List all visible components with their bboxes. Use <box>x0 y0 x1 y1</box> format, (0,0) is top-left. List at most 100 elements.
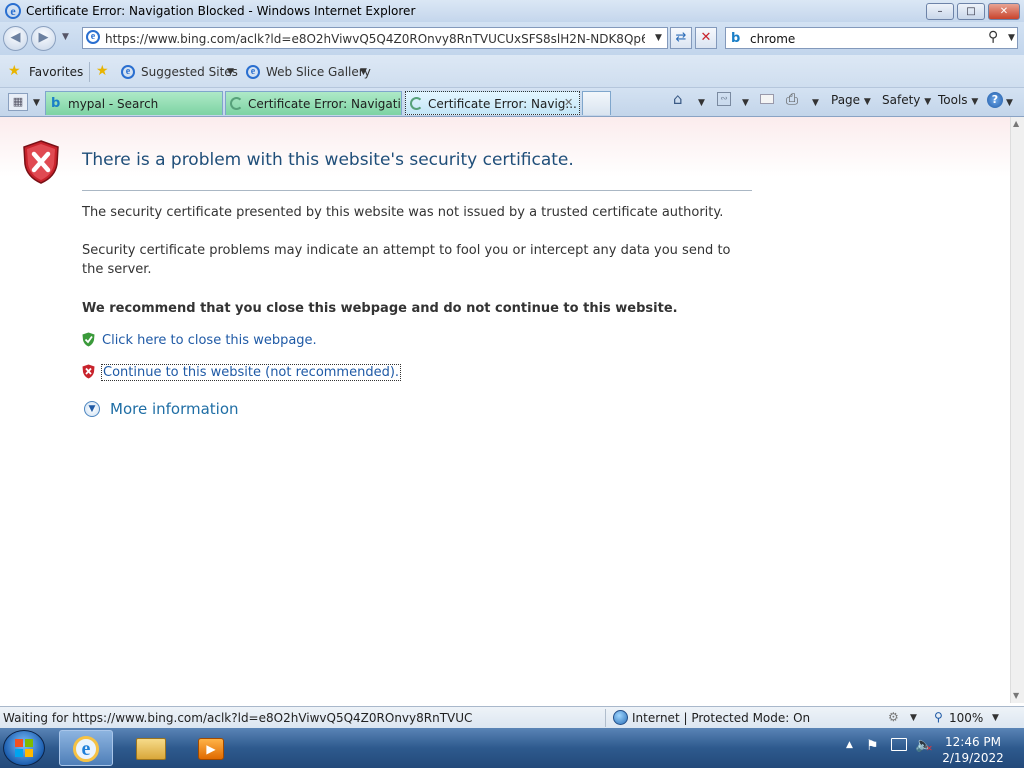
tools-menu-label: Tools <box>938 93 968 107</box>
recommendation-text: We recommend that you close this webpage… <box>82 301 678 316</box>
feeds-icon[interactable]: ∾ <box>717 92 731 106</box>
recent-pages-chevron-icon[interactable]: ▼ <box>62 32 69 42</box>
web-slice-gallery-link[interactable]: Web Slice Gallery <box>266 65 371 79</box>
back-button[interactable]: ◀ <box>3 26 28 51</box>
safety-menu-label: Safety <box>882 93 921 107</box>
print-dropdown-icon[interactable]: ▼ <box>812 98 819 108</box>
search-options-icon[interactable]: ▼ <box>1008 33 1015 43</box>
tools-menu[interactable]: Tools ▼ <box>938 93 978 107</box>
tools-menu-chevron-icon: ▼ <box>971 97 979 107</box>
new-tab-button[interactable] <box>582 91 611 115</box>
page-menu[interactable]: Page ▼ <box>831 93 871 107</box>
loading-icon <box>410 97 423 110</box>
zoom-icon: ⚲ <box>934 710 943 724</box>
search-box[interactable]: b chrome ⚲ ▼ <box>725 27 1018 49</box>
zoom-dropdown-icon[interactable]: ▼ <box>992 713 999 723</box>
clock-date: 2/19/2022 <box>942 751 1004 765</box>
forward-button[interactable]: ▶ <box>31 26 56 51</box>
ie-icon: e <box>5 3 21 19</box>
close-tab-icon[interactable]: ✕ <box>564 96 573 109</box>
error-shield-icon <box>23 140 59 184</box>
title-bar: e Certificate Error: Navigation Blocked … <box>0 0 1024 22</box>
suggested-sites-link[interactable]: Suggested Sites <box>141 65 238 79</box>
security-zone-text[interactable]: Internet | Protected Mode: On <box>632 711 810 725</box>
tab-certificate-error-2[interactable]: Certificate Error: Navig... ✕ <box>405 91 580 115</box>
window-title: Certificate Error: Navigation Blocked - … <box>26 4 416 18</box>
popup-dropdown-icon[interactable]: ▼ <box>910 713 917 723</box>
tab-list-chevron-icon[interactable]: ▼ <box>33 98 40 108</box>
taskbar: e ▶ ▲ ⚑ 🔈 ✕ <box>0 728 1024 768</box>
search-input[interactable]: chrome <box>750 32 795 46</box>
print-icon[interactable]: ⎙ <box>786 90 798 108</box>
scroll-down-icon[interactable]: ▼ <box>1013 691 1019 700</box>
stop-button[interactable]: ✕ <box>695 27 717 49</box>
page-icon: e <box>86 30 100 44</box>
internet-explorer-icon: e <box>73 736 99 762</box>
suggested-sites-dropdown-icon[interactable]: ▼ <box>227 67 234 77</box>
expand-chevron-icon[interactable]: ▼ <box>84 401 100 417</box>
suggested-sites-icon: e <box>121 65 135 79</box>
zoom-level[interactable]: 100% <box>949 711 983 725</box>
minimize-button[interactable]: – <box>926 3 954 20</box>
taskbar-ie-button[interactable]: e <box>59 730 113 766</box>
media-player-icon: ▶ <box>198 738 224 760</box>
more-information-link[interactable]: More information <box>110 400 239 418</box>
tab-row: ▦ ▼ b mypal - Search Certificate Error: … <box>0 88 1024 117</box>
page-title: There is a problem with this website's s… <box>82 150 574 170</box>
show-hidden-icons-icon[interactable]: ▲ <box>846 740 853 750</box>
page-menu-chevron-icon: ▼ <box>863 97 871 107</box>
vertical-scrollbar[interactable]: ▲ ▼ <box>1010 117 1024 703</box>
home-icon[interactable]: ⌂ <box>673 90 683 108</box>
taskbar-explorer-button[interactable] <box>124 730 178 766</box>
action-center-flag-icon[interactable]: ⚑ <box>866 738 879 754</box>
safe-shield-icon <box>82 332 95 347</box>
url-input[interactable]: https://www.bing.com/aclk?ld=e8O2hViwvQ5… <box>105 32 645 46</box>
address-row: ◀ ▶ ▼ e https://www.bing.com/aclk?ld=e8O… <box>0 22 1024 55</box>
bing-icon: b <box>731 31 741 46</box>
help-icon[interactable]: ? <box>987 92 1003 108</box>
web-slice-dropdown-icon[interactable]: ▼ <box>360 67 367 77</box>
add-to-favorites-icon[interactable]: ★ <box>96 63 109 79</box>
taskbar-media-player-button[interactable]: ▶ <box>184 730 238 766</box>
read-mail-icon[interactable] <box>760 94 774 104</box>
system-clock[interactable]: 12:46 PM 2/19/2022 <box>934 734 1012 766</box>
start-button[interactable] <box>3 730 45 766</box>
continue-website-link[interactable]: Continue to this website (not recommende… <box>101 364 402 381</box>
address-dropdown-icon[interactable]: ▼ <box>655 33 662 43</box>
status-bar: Waiting for https://www.bing.com/aclk?ld… <box>0 706 1024 728</box>
quick-tabs-icon[interactable]: ▦ <box>8 93 28 111</box>
mute-x-icon: ✕ <box>926 744 933 753</box>
search-icon[interactable]: ⚲ <box>988 29 998 45</box>
close-webpage-link[interactable]: Click here to close this webpage. <box>102 333 317 348</box>
home-dropdown-icon[interactable]: ▼ <box>698 98 705 108</box>
help-dropdown-icon[interactable]: ▼ <box>1006 98 1013 108</box>
close-window-button[interactable]: ✕ <box>988 3 1020 20</box>
tab-label: mypal - Search <box>68 97 159 111</box>
folder-icon <box>136 738 166 760</box>
divider <box>82 190 752 191</box>
network-icon[interactable] <box>891 738 907 751</box>
tab-label: Certificate Error: Navigatio... <box>248 97 401 111</box>
status-text: Waiting for https://www.bing.com/aclk?ld… <box>3 711 473 725</box>
safety-menu-chevron-icon: ▼ <box>924 97 932 107</box>
address-bar[interactable]: e https://www.bing.com/aclk?ld=e8O2hViwv… <box>82 27 668 49</box>
scroll-up-icon[interactable]: ▲ <box>1013 119 1019 128</box>
feeds-dropdown-icon[interactable]: ▼ <box>742 98 749 108</box>
clock-time: 12:46 PM <box>945 735 1001 749</box>
certificate-warning-text: Security certificate problems may indica… <box>82 243 731 277</box>
web-slice-icon: e <box>246 65 260 79</box>
bing-tab-icon: b <box>51 96 61 111</box>
tab-mypal-search[interactable]: b mypal - Search <box>45 91 223 115</box>
separator <box>605 709 606 727</box>
separator <box>89 62 90 82</box>
favorites-button[interactable]: Favorites <box>29 65 83 79</box>
safety-menu[interactable]: Safety ▼ <box>882 93 931 107</box>
certificate-issuer-text: The security certificate presented by th… <box>82 205 724 220</box>
compatibility-view-button[interactable]: ⇄ <box>670 27 692 49</box>
globe-icon <box>613 710 628 725</box>
unsafe-shield-icon <box>82 364 95 379</box>
popup-blocker-icon[interactable]: ⚙ <box>888 710 899 724</box>
loading-icon <box>230 97 243 110</box>
maximize-button[interactable]: □ <box>957 3 985 20</box>
tab-certificate-error-1[interactable]: Certificate Error: Navigatio... <box>225 91 402 115</box>
